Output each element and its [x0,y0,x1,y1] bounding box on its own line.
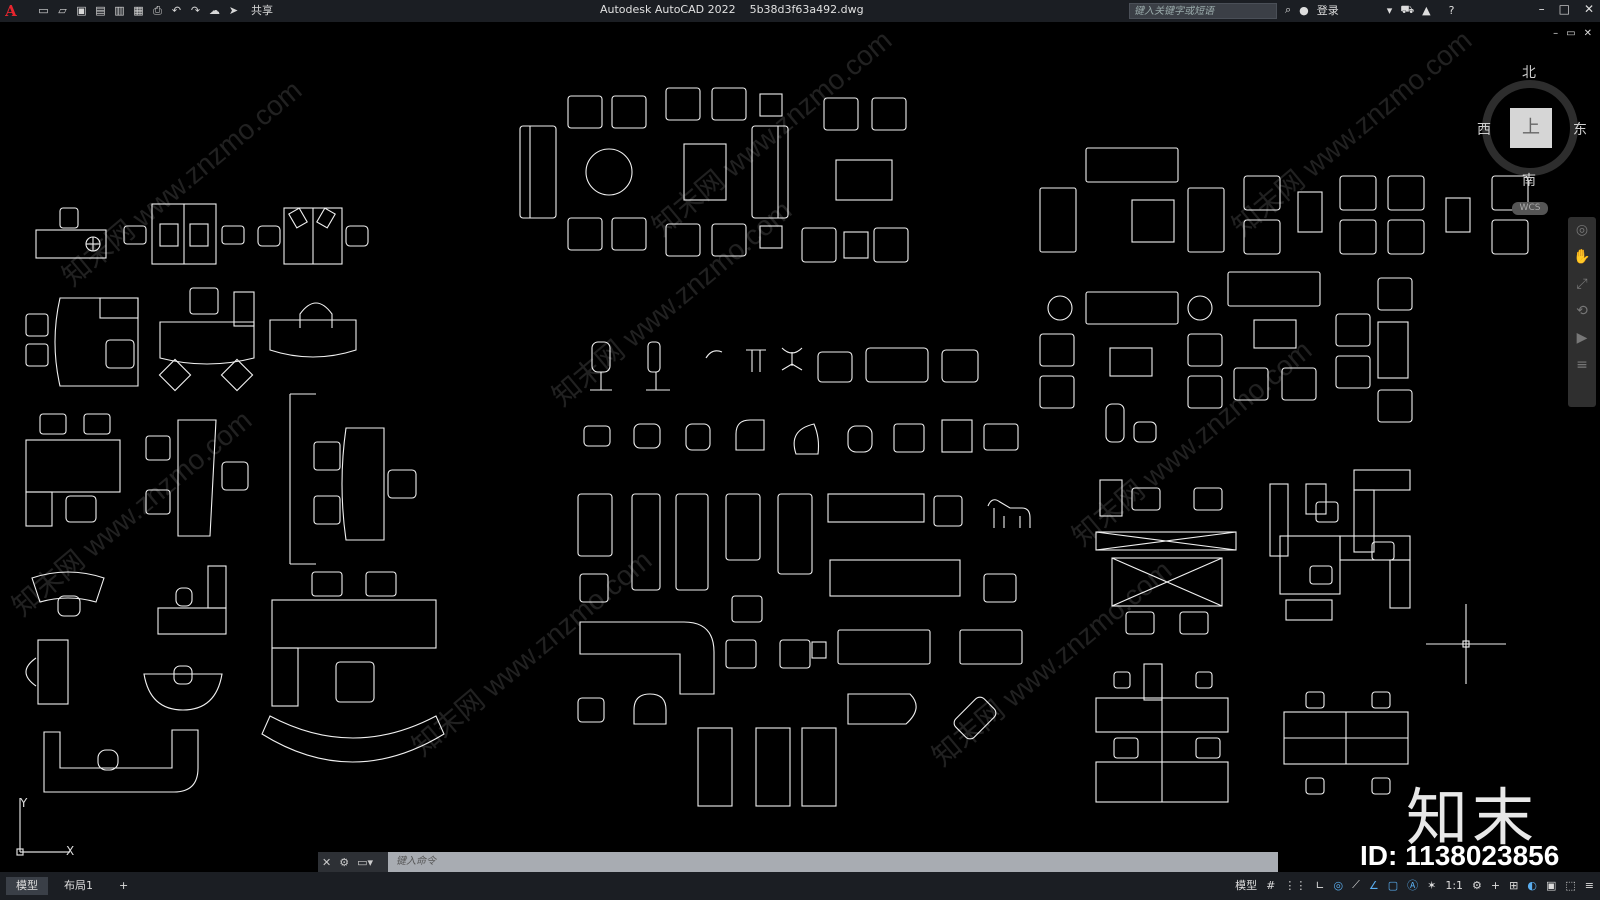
status-toggles: 模型 # ⋮⋮ ∟ ◎ ⟋ ∠ ▢ Ⓐ ✶ 1:1 ⚙ + ⊞ ◐ ▣ ⬚ ≡ [1235,877,1594,893]
account-area: ⌕ ● 登录 ▾ ⛟ ▲ ? [1285,2,1454,18]
tab-model[interactable]: 模型 [6,877,48,895]
add-layout-button[interactable]: + [109,877,138,895]
share-icon[interactable]: ➤ [226,4,241,18]
tab-layout1[interactable]: 布局1 [54,877,103,895]
autocad-logo-icon[interactable]: A [0,0,22,22]
watermark-id: ID: 1138023856 [1360,840,1560,871]
polar-tracking-icon[interactable]: ◎ [1334,879,1344,892]
ortho-icon[interactable]: ∟ [1315,879,1324,892]
command-close-icon[interactable]: ✕ [322,856,331,869]
orbit-icon[interactable]: ⟲ [1568,298,1596,325]
pan-icon[interactable]: ✋ [1568,244,1596,271]
saveas-icon[interactable]: ▤ [93,4,108,18]
crosshair-cursor [1426,604,1506,684]
window-title: Autodesk AutoCAD 2022 5b38d3f63a492.dwg [600,3,864,16]
viewport-restore-icon[interactable]: ▭ [1566,28,1575,39]
search-icon[interactable]: ⌕ [1285,3,1291,17]
clean-screen-icon[interactable]: ⬚ [1565,879,1575,892]
search-input[interactable]: 键入关键字或短语 [1129,3,1277,19]
compass-west[interactable]: 西 [1477,119,1491,139]
command-line: ✕ ⚙ ▭▾ 键入命令 [318,852,1278,872]
viewport-minimize-icon[interactable]: – [1553,28,1558,39]
autodesk-account-icon[interactable]: ▲ [1422,4,1430,17]
zoom-icon[interactable]: ⤢ [1568,271,1596,298]
compass-north[interactable]: 北 [1522,62,1536,82]
annotation-visibility-icon[interactable]: Ⓐ [1407,877,1418,893]
model-space-button[interactable]: 模型 [1235,877,1257,893]
units-icon[interactable]: ⊞ [1509,879,1518,892]
share-button[interactable]: 共享 [251,4,273,18]
new-icon[interactable]: ▭ [36,4,51,18]
drawing-canvas[interactable]: 知末网 www.znzmo.com 知末网 www.znzmo.com 知末网 … [0,22,1600,872]
viewport-close-icon[interactable]: ✕ [1584,28,1592,39]
chevron-down-icon[interactable]: ▾ [1387,4,1393,17]
viewport-controls: – ▭ ✕ [1553,28,1592,39]
snap-icon[interactable]: ⋮⋮ [1284,879,1306,892]
open-icon[interactable]: ▱ [55,4,70,18]
hardware-acceleration-icon[interactable]: ▣ [1546,879,1556,892]
command-input[interactable]: 键入命令 [388,852,1278,872]
customization-icon[interactable]: ≡ [1585,879,1594,892]
save-icon[interactable]: ▣ [74,4,89,18]
showmotion-icon[interactable]: ▶ [1568,325,1596,352]
command-customize-icon[interactable]: ⚙ [339,856,349,869]
recent-commands-icon[interactable]: ▭▾ [357,856,373,869]
restore-icon[interactable]: □ [1559,2,1570,16]
print-icon[interactable]: ⎙ [150,4,165,18]
ucs-x-label: X [66,844,75,858]
annotation-scale-button[interactable]: 1:1 [1445,879,1463,892]
user-icon[interactable]: ● [1299,4,1309,17]
lounge-and-workstation-group [987,147,1529,803]
compass-south[interactable]: 南 [1522,170,1536,190]
isodraft-icon[interactable]: ⟋ [1352,878,1360,892]
navbar-menu-icon[interactable]: ≡ [1568,352,1596,379]
close-icon[interactable]: ✕ [1584,2,1594,16]
help-icon[interactable]: ? [1449,4,1455,17]
plot-preview-icon[interactable]: ▥ [112,4,127,18]
annotation-monitor-icon[interactable]: + [1491,879,1500,892]
login-button[interactable]: 登录 [1317,2,1339,18]
title-bar: A ▭ ▱ ▣ ▤ ▥ ▦ ⎙ ↶ ↷ ☁ ➤ 共享 Autodesk Auto… [0,0,1600,22]
steering-wheel-icon[interactable]: ◎ [1568,217,1596,244]
wcs-menu[interactable]: WCS [1512,202,1548,215]
workspace-icon[interactable]: ☁ [207,4,222,18]
undo-icon[interactable]: ↶ [169,4,184,18]
ucs-y-label: Y [20,796,28,810]
viewcube-top-face[interactable]: 上 [1510,108,1552,148]
window-controls: – □ ✕ [1539,2,1594,16]
grid-icon[interactable]: # [1266,879,1275,892]
command-line-tools: ✕ ⚙ ▭▾ [318,852,388,872]
publish-icon[interactable]: ▦ [131,4,146,18]
auto-scale-icon[interactable]: ✶ [1427,879,1436,892]
status-bar: 模型 布局1 + 模型 # ⋮⋮ ∟ ◎ ⟋ ∠ ▢ Ⓐ ✶ 1:1 ⚙ + ⊞… [0,872,1600,900]
isolate-objects-icon[interactable]: ◐ [1527,879,1537,892]
navigation-bar: ◎ ✋ ⤢ ⟲ ▶ ≡ [1568,217,1596,407]
redo-icon[interactable]: ↷ [188,4,203,18]
compass-east[interactable]: 东 [1573,119,1587,139]
workspace-switch-icon[interactable]: ⚙ [1472,879,1482,892]
minimize-icon[interactable]: – [1539,2,1545,16]
quick-access-toolbar: ▭ ▱ ▣ ▤ ▥ ▦ ⎙ ↶ ↷ ☁ ➤ 共享 [36,4,273,18]
viewcube[interactable]: 北 南 西 东 上 WCS [1470,62,1590,215]
object-snap-icon[interactable]: ▢ [1388,879,1398,892]
object-snap-tracking-icon[interactable]: ∠ [1369,879,1379,892]
cart-icon[interactable]: ⛟ [1400,3,1414,18]
office-desk-group-left [25,203,445,793]
